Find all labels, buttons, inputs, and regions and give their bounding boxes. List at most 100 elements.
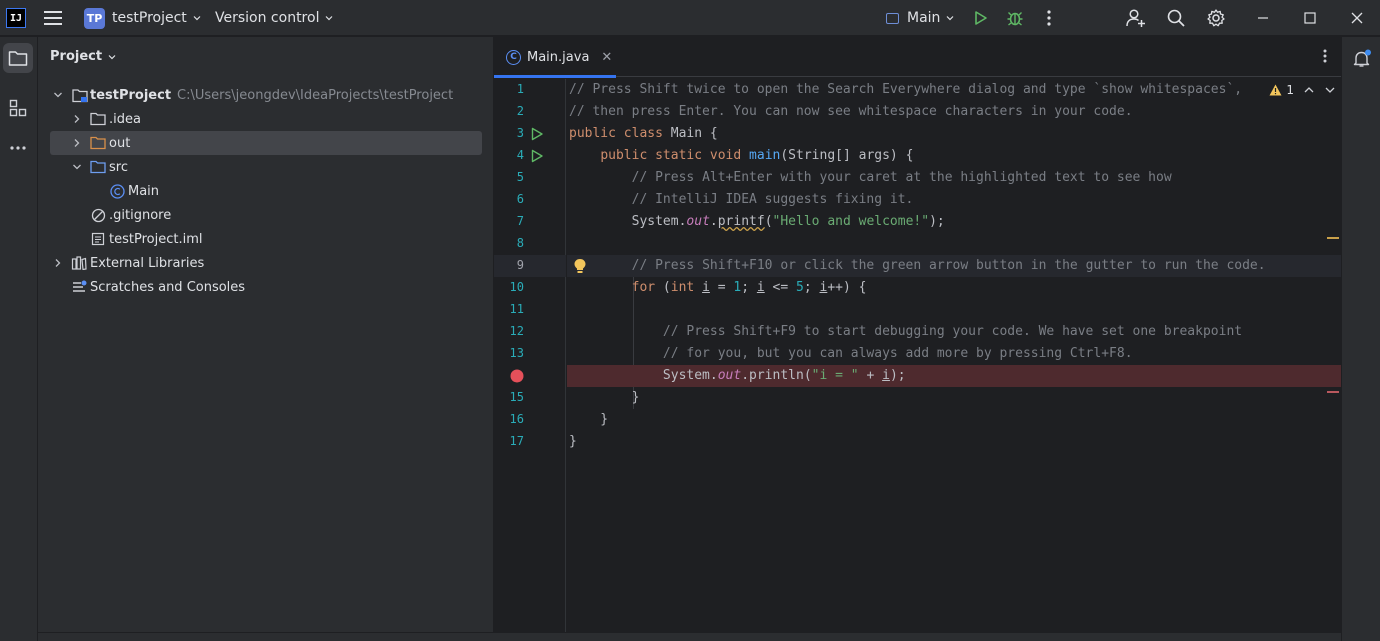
close-tab-icon[interactable]: ✕	[601, 50, 612, 65]
title-bar: IJ TP testProject Version control Main	[0, 0, 1380, 36]
gear-icon	[1207, 9, 1225, 27]
code-line: System.out.printf("Hello and welcome!");	[631, 214, 945, 229]
project-path-hint: C:\Users\jeongdev\IdeaProjects\testProje…	[177, 87, 454, 103]
tab-actions-button[interactable]	[1323, 49, 1327, 67]
tree-node-external-libraries[interactable]: External Libraries	[50, 251, 482, 275]
chevron-down-icon[interactable]	[52, 89, 64, 101]
warning-stripe-marker[interactable]	[1327, 237, 1339, 239]
tree-node-label: .idea	[109, 111, 141, 127]
minimize-window-button[interactable]	[1249, 0, 1277, 36]
chevron-down-icon[interactable]	[71, 161, 83, 173]
project-badge: TP	[84, 7, 105, 29]
more-actions-button[interactable]	[1035, 0, 1063, 36]
add-user-icon	[1126, 9, 1145, 27]
close-window-button[interactable]	[1343, 0, 1371, 36]
notifications-button[interactable]	[1352, 49, 1372, 73]
line-number: 17	[509, 434, 524, 448]
code-line: }	[569, 390, 640, 405]
tree-node-gitignore[interactable]: .gitignore	[50, 203, 482, 227]
chevron-right-icon[interactable]	[52, 257, 64, 269]
line-number: 11	[509, 302, 524, 316]
project-name: testProject	[112, 10, 187, 26]
debug-button[interactable]	[1001, 0, 1029, 36]
run-config-label: Main	[907, 10, 941, 26]
code-line: public class Main {	[569, 126, 718, 141]
tree-node-idea[interactable]: .idea	[50, 107, 482, 131]
java-class-icon	[109, 183, 125, 199]
code-line: }	[569, 412, 609, 427]
structure-icon	[9, 99, 27, 117]
tree-node-label: .gitignore	[109, 207, 172, 223]
version-control-label: Version control	[215, 10, 320, 26]
chevron-right-icon[interactable]	[71, 113, 83, 125]
search-everywhere-button[interactable]	[1162, 0, 1190, 36]
main-menu-button[interactable]	[44, 0, 68, 36]
code-line: // for you, but you can always add more …	[662, 346, 1133, 361]
folder-excluded-icon	[90, 135, 106, 151]
run-icon	[975, 11, 987, 25]
editor-tab-bar: C Main.java ✕	[494, 37, 1341, 78]
gutter-line: 2	[494, 101, 566, 123]
line-number: 6	[516, 192, 524, 206]
run-button[interactable]	[967, 0, 995, 36]
line-number: 2	[516, 104, 524, 118]
project-panel-header[interactable]: Project	[50, 49, 116, 64]
intellij-logo-icon: IJ	[6, 8, 26, 28]
gutter-line: 4	[494, 145, 566, 167]
code-editor[interactable]: // Press Shift twice to open the Search …	[567, 79, 1341, 632]
run-gutter-icon[interactable]	[529, 148, 545, 164]
gutter-line: 1	[494, 79, 566, 101]
code-with-me-button[interactable]	[1122, 0, 1150, 36]
tree-node-label: src	[109, 159, 128, 175]
iml-file-icon	[90, 231, 106, 247]
settings-button[interactable]	[1202, 0, 1230, 36]
more-tool-windows-button[interactable]	[3, 133, 33, 163]
tree-node-src[interactable]: src	[50, 155, 482, 179]
tree-node-testproject[interactable]: testProject C:\Users\jeongdev\IdeaProject…	[50, 83, 482, 107]
run-gutter-icon[interactable]	[529, 126, 545, 142]
tree-node-scratches[interactable]: Scratches and Consoles	[50, 275, 482, 299]
gutter-line: 3	[494, 123, 566, 145]
tab-main-java[interactable]: C Main.java ✕	[494, 37, 616, 78]
tree-node-label: External Libraries	[90, 255, 205, 271]
breakpoint-icon[interactable]	[509, 368, 525, 384]
editor-gutter[interactable]: 1 2 3 4 5 6 7 8 9 10 11 12 13 15 16 17	[494, 79, 566, 632]
code-line: // Press Alt+Enter with your caret at th…	[631, 170, 1172, 185]
tree-node-out[interactable]: out	[50, 131, 482, 155]
close-icon	[1351, 12, 1363, 24]
chevron-right-icon[interactable]	[71, 137, 83, 149]
tree-node-iml[interactable]: testProject.iml	[50, 227, 482, 251]
run-configuration-selector[interactable]: Main	[886, 0, 954, 36]
gutter-line: 12	[494, 321, 566, 343]
chevron-up-icon[interactable]	[1304, 86, 1314, 94]
inspection-widget[interactable]: 1	[1265, 83, 1335, 97]
chevron-down-icon[interactable]	[1325, 86, 1335, 94]
breakpoint-stripe-marker[interactable]	[1327, 391, 1339, 393]
minimize-icon	[1258, 17, 1268, 19]
code-line: // IntelliJ IDEA suggests fixing it.	[631, 192, 914, 207]
structure-tool-button[interactable]	[3, 93, 33, 123]
chevron-down-icon	[946, 16, 954, 21]
editor-area: C Main.java ✕ 1 2 3 4 5 6 7 8 9 10 11 12…	[494, 37, 1341, 632]
warning-highlight: printf	[717, 214, 765, 229]
hamburger-menu-icon	[44, 11, 62, 25]
version-control-menu[interactable]: Version control	[215, 0, 333, 36]
warning-count: 1	[1286, 83, 1294, 97]
maximize-window-button[interactable]	[1296, 0, 1324, 36]
project-tool-button[interactable]	[3, 43, 33, 73]
scratches-icon	[71, 279, 87, 295]
line-number: 9	[516, 258, 524, 272]
folder-module-icon	[72, 87, 88, 103]
project-selector[interactable]: TP testProject	[84, 0, 201, 36]
code-line: // Press Shift+F9 to start debugging you…	[662, 324, 1243, 339]
line-number: 1	[516, 82, 524, 96]
folder-source-icon	[90, 159, 106, 175]
tree-node-label: Scratches and Consoles	[90, 279, 246, 295]
tree-node-main[interactable]: Main	[50, 179, 482, 203]
gutter-line: 6	[494, 189, 566, 211]
chevron-down-icon	[108, 54, 116, 59]
line-number: 16	[509, 412, 524, 426]
line-number: 4	[516, 148, 524, 162]
warning-icon	[1269, 84, 1282, 96]
